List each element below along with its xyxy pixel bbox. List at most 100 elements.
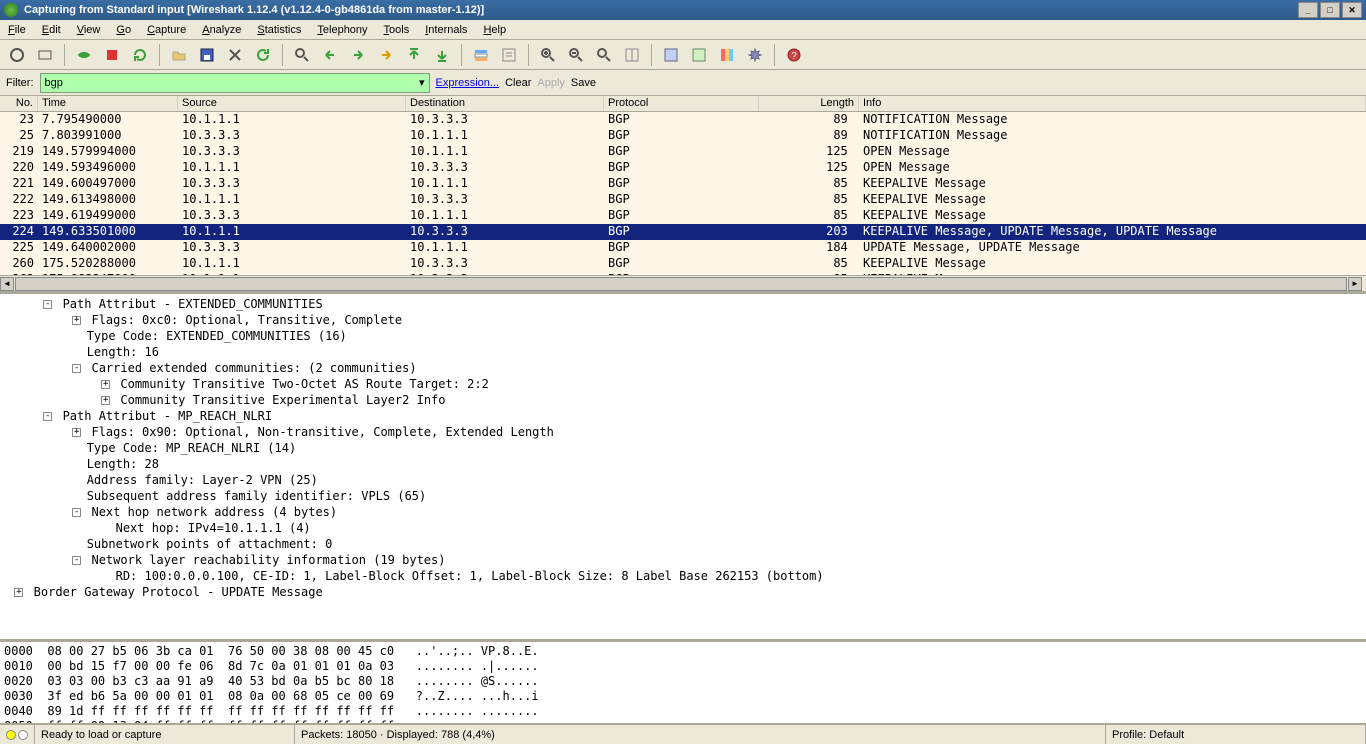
go-forward-button[interactable]: [345, 43, 371, 67]
detail-line[interactable]: Address family: Layer-2 VPN (25): [0, 472, 1366, 488]
close-button[interactable]: ✕: [1342, 2, 1362, 18]
packet-row[interactable]: 237.79549000010.1.1.110.3.3.3BGP89 NOTIF…: [0, 112, 1366, 128]
packet-row[interactable]: 221149.60049700010.3.3.310.1.1.1BGP85 KE…: [0, 176, 1366, 192]
menu-telephony[interactable]: Telephony: [309, 22, 375, 38]
start-capture-button[interactable]: [71, 43, 97, 67]
detail-line[interactable]: + Flags: 0x90: Optional, Non-transitive,…: [0, 424, 1366, 440]
preferences-button[interactable]: [742, 43, 768, 67]
open-button[interactable]: [166, 43, 192, 67]
options-button[interactable]: [32, 43, 58, 67]
display-filters-button[interactable]: [686, 43, 712, 67]
packet-row[interactable]: 225149.64000200010.3.3.310.1.1.1BGP184 U…: [0, 240, 1366, 256]
find-button[interactable]: [289, 43, 315, 67]
menu-help[interactable]: Help: [475, 22, 514, 38]
menu-tools[interactable]: Tools: [376, 22, 418, 38]
detail-line[interactable]: - Next hop network address (4 bytes): [0, 504, 1366, 520]
tree-toggle-icon[interactable]: +: [101, 396, 110, 405]
capture-filters-button[interactable]: [658, 43, 684, 67]
detail-line[interactable]: Type Code: EXTENDED_COMMUNITIES (16): [0, 328, 1366, 344]
resize-columns-button[interactable]: [619, 43, 645, 67]
apply-link[interactable]: Apply: [537, 77, 565, 89]
tree-toggle-icon[interactable]: -: [43, 412, 52, 421]
menu-capture[interactable]: Capture: [139, 22, 194, 38]
packet-row[interactable]: 220149.59349600010.1.1.110.3.3.3BGP125 O…: [0, 160, 1366, 176]
save-button[interactable]: [194, 43, 220, 67]
detail-line[interactable]: + Flags: 0xc0: Optional, Transitive, Com…: [0, 312, 1366, 328]
detail-line[interactable]: + Border Gateway Protocol - UPDATE Messa…: [0, 584, 1366, 600]
detail-line[interactable]: - Path Attribut - MP_REACH_NLRI: [0, 408, 1366, 424]
autoscroll-button[interactable]: [496, 43, 522, 67]
col-header-protocol[interactable]: Protocol: [604, 96, 759, 111]
clear-link[interactable]: Clear: [505, 77, 531, 89]
detail-line[interactable]: Type Code: MP_REACH_NLRI (14): [0, 440, 1366, 456]
menu-internals[interactable]: Internals: [417, 22, 475, 38]
tree-toggle-icon[interactable]: -: [43, 300, 52, 309]
detail-line[interactable]: Subsequent address family identifier: VP…: [0, 488, 1366, 504]
packet-row[interactable]: 219149.57999400010.3.3.310.1.1.1BGP125 O…: [0, 144, 1366, 160]
detail-line[interactable]: - Network layer reachability information…: [0, 552, 1366, 568]
packet-row[interactable]: 257.80399100010.3.3.310.1.1.1BGP89 NOTIF…: [0, 128, 1366, 144]
tree-toggle-icon[interactable]: +: [72, 428, 81, 437]
close-file-button[interactable]: [222, 43, 248, 67]
go-back-button[interactable]: [317, 43, 343, 67]
status-profile[interactable]: Profile: Default: [1106, 725, 1366, 744]
detail-line[interactable]: - Path Attribut - EXTENDED_COMMUNITIES: [0, 296, 1366, 312]
hscrollbar[interactable]: ◄ ►: [0, 275, 1366, 291]
filter-input[interactable]: bgp ▾: [40, 73, 430, 93]
interfaces-button[interactable]: [4, 43, 30, 67]
expert-info-leds[interactable]: [0, 725, 35, 744]
packet-list[interactable]: No. Time Source Destination Protocol Len…: [0, 96, 1366, 294]
tree-toggle-icon[interactable]: +: [72, 316, 81, 325]
tree-toggle-icon[interactable]: +: [101, 380, 110, 389]
menu-file[interactable]: File: [0, 22, 34, 38]
scroll-right-icon[interactable]: ►: [1348, 277, 1362, 291]
packet-detail[interactable]: - Path Attribut - EXTENDED_COMMUNITIES +…: [0, 294, 1366, 642]
menu-view[interactable]: View: [69, 22, 109, 38]
zoom-reset-button[interactable]: [591, 43, 617, 67]
packet-row[interactable]: 260175.52028800010.1.1.110.3.3.3BGP85 KE…: [0, 256, 1366, 272]
detail-line[interactable]: Length: 16: [0, 344, 1366, 360]
tree-toggle-icon[interactable]: -: [72, 556, 81, 565]
first-packet-button[interactable]: [401, 43, 427, 67]
col-header-no[interactable]: No.: [0, 96, 38, 111]
last-packet-button[interactable]: [429, 43, 455, 67]
detail-line[interactable]: + Community Transitive Experimental Laye…: [0, 392, 1366, 408]
detail-line[interactable]: Next hop: IPv4=10.1.1.1 (4): [0, 520, 1366, 536]
stop-capture-button[interactable]: [99, 43, 125, 67]
detail-line[interactable]: RD: 100:0.0.0.100, CE-ID: 1, Label-Block…: [0, 568, 1366, 584]
zoom-in-button[interactable]: [535, 43, 561, 67]
scroll-left-icon[interactable]: ◄: [0, 277, 14, 291]
coloring-rules-button[interactable]: [714, 43, 740, 67]
col-header-info[interactable]: Info: [859, 96, 1366, 111]
minimize-button[interactable]: _: [1298, 2, 1318, 18]
menu-go[interactable]: Go: [108, 22, 139, 38]
restart-capture-button[interactable]: [127, 43, 153, 67]
menu-analyze[interactable]: Analyze: [194, 22, 249, 38]
expression-link[interactable]: Expression...: [436, 77, 500, 89]
packet-row[interactable]: 224149.63350100010.1.1.110.3.3.3BGP203 K…: [0, 224, 1366, 240]
help-button[interactable]: ?: [781, 43, 807, 67]
zoom-out-button[interactable]: [563, 43, 589, 67]
detail-line[interactable]: Length: 28: [0, 456, 1366, 472]
detail-line[interactable]: + Community Transitive Two-Octet AS Rout…: [0, 376, 1366, 392]
detail-line[interactable]: Subnetwork points of attachment: 0: [0, 536, 1366, 552]
tree-toggle-icon[interactable]: +: [14, 588, 23, 597]
packet-bytes[interactable]: 0000 08 00 27 b5 06 3b ca 01 76 50 00 38…: [0, 642, 1366, 724]
col-header-source[interactable]: Source: [178, 96, 406, 111]
tree-toggle-icon[interactable]: -: [72, 508, 81, 517]
detail-line[interactable]: - Carried extended communities: (2 commu…: [0, 360, 1366, 376]
dropdown-icon[interactable]: ▾: [419, 76, 425, 89]
tree-toggle-icon[interactable]: -: [72, 364, 81, 373]
colorize-button[interactable]: [468, 43, 494, 67]
col-header-destination[interactable]: Destination: [406, 96, 604, 111]
reload-button[interactable]: [250, 43, 276, 67]
save-link[interactable]: Save: [571, 77, 596, 89]
menu-statistics[interactable]: Statistics: [249, 22, 309, 38]
col-header-length[interactable]: Length: [759, 96, 859, 111]
goto-button[interactable]: [373, 43, 399, 67]
menu-edit[interactable]: Edit: [34, 22, 69, 38]
packet-row[interactable]: 222149.61349800010.1.1.110.3.3.3BGP85 KE…: [0, 192, 1366, 208]
packet-row[interactable]: 223149.61949900010.3.3.310.1.1.1BGP85 KE…: [0, 208, 1366, 224]
col-header-time[interactable]: Time: [38, 96, 178, 111]
maximize-button[interactable]: □: [1320, 2, 1340, 18]
